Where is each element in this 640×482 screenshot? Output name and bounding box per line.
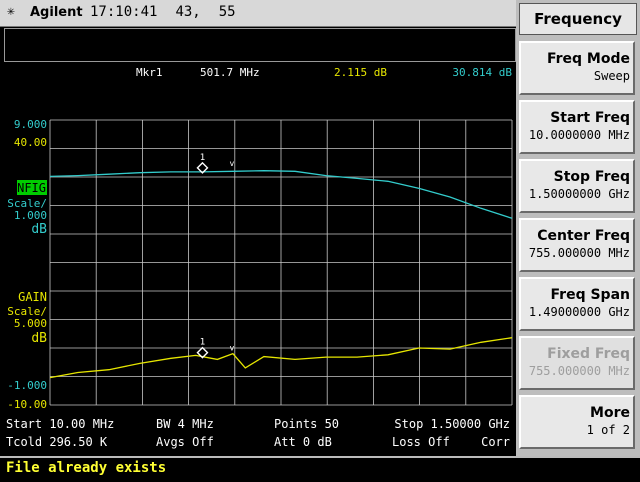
softkey-value: 10.0000000 MHz — [528, 128, 630, 142]
softkey-value: 1.49000000 GHz — [528, 305, 630, 319]
nfig-trace-name: NFIG — [17, 181, 46, 195]
gain-trace-name: GAIN — [18, 290, 47, 304]
info-bw: BW 4 MHz — [156, 417, 214, 431]
clock-time: 17:10:41 — [90, 4, 158, 20]
softkey-value: 1 of 2 — [586, 423, 630, 437]
gain-unit: dB — [31, 331, 47, 346]
softkey-value: Sweep — [593, 69, 630, 83]
header-field-a: 43, — [175, 4, 201, 20]
softkey-label: Center Freq — [537, 228, 630, 244]
softkey-value: 755.000000 MHz — [528, 246, 630, 260]
marker-label: Mkr1 — [136, 66, 163, 79]
softkey-label: Stop Freq — [553, 169, 630, 185]
softkey-value: 755.000000 MHz — [528, 364, 630, 378]
softkey-label: More — [590, 405, 630, 421]
marker-number: 1 — [200, 153, 205, 163]
agilent-logo-icon: ✳ — [7, 4, 15, 19]
info-tcold: Tcold 296.50 K — [6, 435, 108, 449]
measurement-display: Mkr1 501.7 MHz 2.115 dB 30.814 dB 9.000 … — [0, 62, 516, 456]
freq-span-softkey[interactable]: Freq Span 1.49000000 GHz — [519, 277, 635, 331]
freq-mode-softkey[interactable]: Freq Mode Sweep — [519, 41, 635, 95]
marker-tick: v — [229, 344, 234, 353]
info-start: Start 10.00 MHz — [6, 417, 114, 431]
nfig-ref-top: 9.000 — [14, 118, 47, 131]
gain-ref-top: 40.00 — [14, 136, 47, 149]
stop-freq-softkey[interactable]: Stop Freq 1.50000000 GHz — [519, 159, 635, 213]
softkey-value: 1.50000000 GHz — [528, 187, 630, 201]
marker-tick: v — [229, 159, 234, 168]
softkey-label: Freq Span — [550, 287, 630, 303]
info-avgs: Avgs Off — [156, 435, 214, 449]
softkey-label: Fixed Freq — [547, 346, 630, 362]
brand-name: Agilent — [30, 5, 83, 20]
marker-gain-value: 2.115 dB — [334, 66, 387, 79]
markers: 1 v 1 v — [196, 153, 234, 359]
gain-ref-bottom: -10.00 — [7, 398, 47, 411]
fixed-freq-softkey: Fixed Freq 755.000000 MHz — [519, 336, 635, 390]
graticule — [49, 119, 513, 406]
status-message: File already exists — [6, 460, 167, 476]
info-stop: Stop 1.50000 GHz — [394, 417, 510, 431]
more-softkey[interactable]: More 1 of 2 — [519, 395, 635, 449]
info-att: Att 0 dB — [274, 435, 332, 449]
center-freq-softkey[interactable]: Center Freq 755.000000 MHz — [519, 218, 635, 272]
title-area — [4, 28, 516, 62]
header-bar: ✳ Agilent 17:10:41 43, 55 — [0, 0, 516, 27]
info-corr: Corr — [481, 435, 510, 449]
softkey-label: Freq Mode — [546, 51, 630, 67]
nfig-scale-value: 1.000 — [14, 209, 47, 222]
nfig-unit: dB — [31, 222, 47, 237]
marker-number: 1 — [200, 338, 205, 348]
start-freq-softkey[interactable]: Start Freq 10.0000000 MHz — [519, 100, 635, 154]
softkey-label: Start Freq — [550, 110, 630, 126]
header-field-b: 55 — [218, 4, 236, 20]
status-line: File already exists — [0, 456, 640, 482]
softkey-panel: Frequency Freq Mode Sweep Start Freq 10.… — [516, 0, 640, 456]
menu-title: Frequency — [519, 3, 637, 35]
gain-scale-value: 5.000 — [14, 317, 47, 330]
header-readouts: 17:10:41 43, 55 — [90, 4, 254, 20]
marker-freq: 501.7 MHz — [200, 66, 260, 79]
measurement-plot: Mkr1 501.7 MHz 2.115 dB 30.814 dB 9.000 … — [6, 66, 513, 449]
info-points: Points 50 — [274, 417, 339, 431]
marker-nfig-value: 30.814 dB — [452, 66, 512, 79]
info-loss: Loss Off — [392, 435, 450, 449]
nfig-ref-bottom: -1.000 — [7, 379, 47, 392]
